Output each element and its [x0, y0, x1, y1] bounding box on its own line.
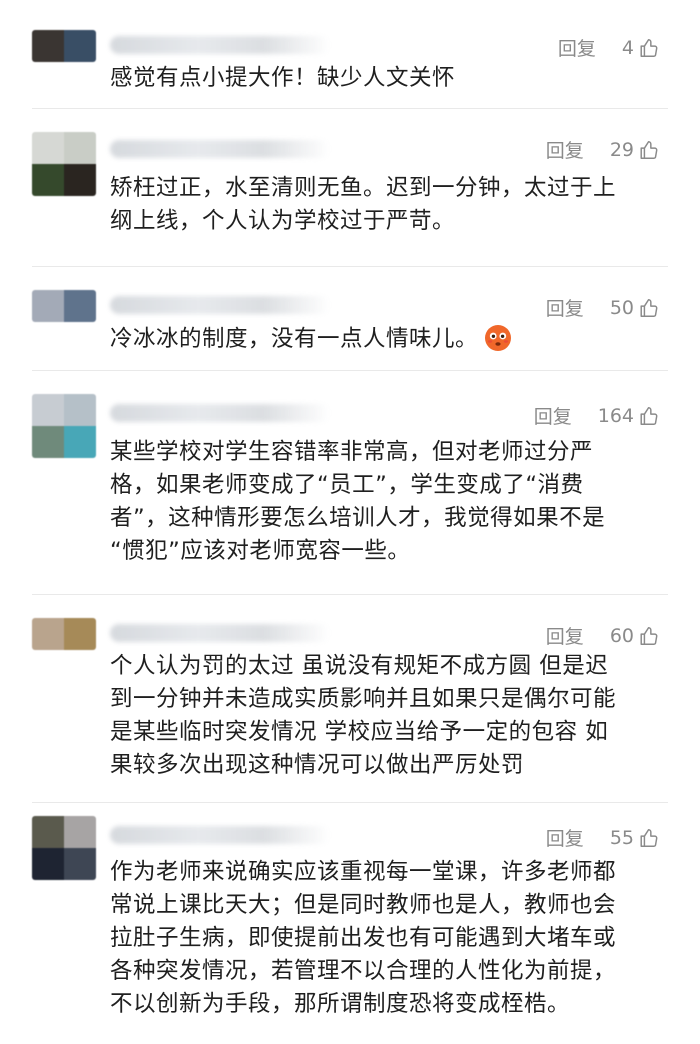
avatar-pixel	[64, 132, 96, 164]
avatar-pixel	[32, 848, 64, 880]
avatar-pixel	[64, 290, 96, 322]
like-group[interactable]: 4	[622, 37, 660, 59]
avatar-pixel	[32, 618, 64, 650]
like-group[interactable]: 164	[598, 405, 660, 427]
username-blurred[interactable]	[110, 624, 330, 642]
avatar-pixel	[32, 426, 64, 458]
avatar-pixel	[32, 30, 64, 62]
divider	[32, 802, 668, 803]
comment-text: 感觉有点小提大作！缺少人文关怀	[110, 65, 456, 91]
avatar[interactable]	[32, 30, 96, 62]
comment-text: 某些学校对学生容错率非常高，但对老师过分严 格，如果老师变成了“员工”，学生变成…	[110, 439, 606, 564]
thumbs-up-icon[interactable]	[638, 405, 660, 427]
username-blurred[interactable]	[110, 826, 330, 844]
avatar-pixel	[32, 164, 64, 196]
reply-button[interactable]: 回复	[546, 136, 584, 163]
like-count: 60	[609, 624, 634, 647]
username-blurred[interactable]	[110, 36, 330, 54]
avatar[interactable]	[32, 816, 96, 880]
divider	[32, 108, 668, 109]
like-count: 55	[609, 826, 634, 849]
reply-button[interactable]: 回复	[546, 622, 584, 649]
comment-meta: 回复 55	[546, 824, 660, 851]
thumbs-up-icon[interactable]	[638, 37, 660, 59]
flushed-face-emoji	[485, 325, 512, 351]
avatar-pixel	[64, 164, 96, 196]
like-count: 29	[609, 138, 634, 161]
avatar[interactable]	[32, 618, 96, 650]
reply-button[interactable]: 回复	[534, 402, 572, 429]
comment-text: 矫枉过正，水至清则无鱼。迟到一分钟，太过于上 纲上线，个人认为学校过于严苛。	[110, 175, 617, 234]
thumbs-up-icon[interactable]	[638, 625, 660, 647]
avatar-pixel	[64, 426, 96, 458]
comment-text-content: 冷冰冰的制度，没有一点人情味儿。	[110, 326, 479, 352]
comment-text: 冷冰冰的制度，没有一点人情味儿。	[110, 323, 670, 356]
username-blurred[interactable]	[110, 404, 330, 422]
reply-button[interactable]: 回复	[546, 294, 584, 321]
like-group[interactable]: 55	[610, 827, 660, 849]
username-blurred[interactable]	[110, 296, 330, 314]
divider	[32, 266, 668, 267]
like-count: 50	[609, 296, 634, 319]
comment-meta: 回复 4	[558, 34, 660, 61]
avatar-pixel	[64, 30, 96, 62]
avatar-pixel	[64, 848, 96, 880]
thumbs-up-icon[interactable]	[638, 139, 660, 161]
like-group[interactable]: 29	[610, 139, 660, 161]
avatar-pixel	[64, 618, 96, 650]
avatar[interactable]	[32, 290, 96, 322]
comment-text: 作为老师来说确实应该重视每一堂课，许多老师都 常说上课比天大；但是同时教师也是人…	[110, 859, 617, 1017]
avatar-pixel	[64, 816, 96, 848]
like-count: 4	[621, 36, 634, 59]
reply-button[interactable]: 回复	[546, 824, 584, 851]
avatar-pixel	[32, 816, 64, 848]
avatar[interactable]	[32, 132, 96, 196]
avatar-pixel	[64, 394, 96, 426]
divider	[32, 594, 668, 595]
comment-meta: 回复 29	[546, 136, 660, 163]
comment-feed: 回复 4 感觉有点小提大作！缺少人文关怀 回复 29 矫枉过正，水至清则无鱼。迟…	[0, 0, 700, 1044]
avatar-pixel	[32, 132, 64, 164]
comment-text: 个人认为罚的太过 虽说没有规矩不成方圆 但是迟 到一分钟并未造成实质影响并且如果…	[110, 653, 617, 778]
reply-button[interactable]: 回复	[558, 34, 596, 61]
avatar-pixel	[32, 290, 64, 322]
like-group[interactable]: 60	[610, 625, 660, 647]
thumbs-up-icon[interactable]	[638, 827, 660, 849]
like-group[interactable]: 50	[610, 297, 660, 319]
comment-meta: 回复 164	[534, 402, 660, 429]
avatar-pixel	[32, 394, 64, 426]
username-blurred[interactable]	[110, 140, 330, 158]
comment-meta: 回复 60	[546, 622, 660, 649]
thumbs-up-icon[interactable]	[638, 297, 660, 319]
divider	[32, 370, 668, 371]
avatar[interactable]	[32, 394, 96, 458]
like-count: 164	[597, 404, 634, 427]
comment-meta: 回复 50	[546, 294, 660, 321]
